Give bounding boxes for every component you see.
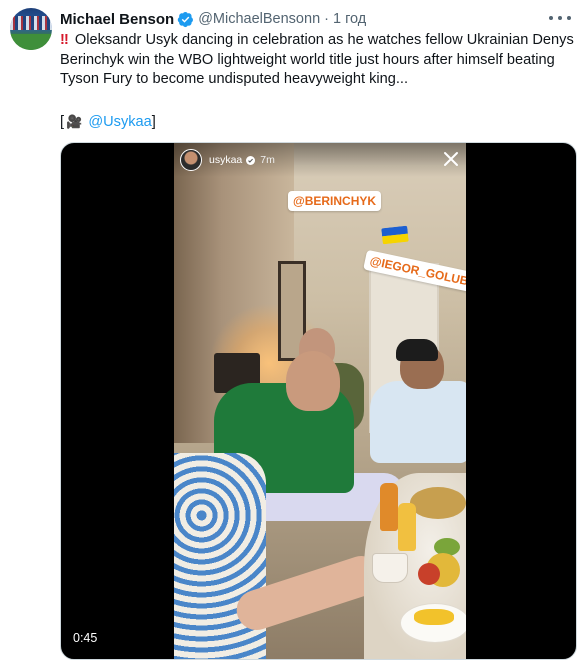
avatar-stadium-stand [10,16,52,30]
author-avatar[interactable] [10,8,52,50]
scene-tray [410,487,466,519]
post-header: Michael Benson @MichaelBensonn · 1 год [60,9,366,29]
post-body: Oleksandr Usyk dancing in celebration as… [60,32,574,88]
story-username: usykaa [209,154,243,166]
more-dot [549,16,553,20]
ukraine-flag-icon [381,225,409,245]
close-icon [444,152,458,166]
story-avatar [180,149,202,171]
post-text: ‼ Oleksandr Usyk dancing in celebration … [60,31,575,90]
more-dot [567,16,571,20]
story-verified-icon [246,155,256,165]
scene-cup [372,553,408,583]
scene-bottle [398,503,416,551]
story-header: usykaa 7m [174,143,466,177]
more-dot [558,16,562,20]
post-credit: [🎥 @Usykaa] [60,112,156,132]
double-exclamation-icon: ‼ [60,32,69,48]
story-frame: usykaa 7m @BERINCHYK @IEGOR_GOLUB [174,143,466,659]
credit-bracket-close: ] [151,114,156,130]
avatar-stadium-pitch [10,34,52,50]
scene-bottle [380,483,398,531]
flag-yellow [382,233,409,245]
scene-person-main-head [286,351,340,411]
meta-separator: · [324,11,329,27]
scene-person-right [370,381,466,463]
mention-sticker: @BERINCHYK [288,191,382,211]
author-handle[interactable]: @MichaelBensonn [198,11,320,27]
scene-person-right-cap [396,339,438,361]
verified-badge-icon [177,11,194,27]
credit-mention-link[interactable]: @Usykaa [88,114,151,130]
post-timestamp[interactable]: 1 год [333,11,366,27]
movie-camera-icon: 🎥 [66,114,83,129]
scene-plate-food [414,609,454,625]
story-time: 7m [260,154,275,166]
author-name[interactable]: Michael Benson [60,11,174,28]
video-duration: 0:45 [73,631,98,645]
video-player[interactable]: usykaa 7m @BERINCHYK @IEGOR_GOLUB 0:45 [60,142,577,660]
credit-bracket-open: [ [60,114,65,130]
scene-apple [418,563,440,585]
more-options-icon[interactable] [549,8,571,28]
